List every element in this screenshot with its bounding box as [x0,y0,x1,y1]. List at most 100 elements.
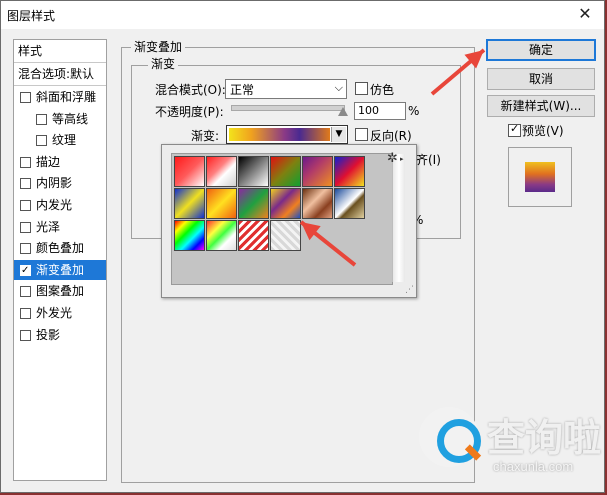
effect-checkbox[interactable] [20,200,31,211]
watermark-url: chaxunla.com [493,459,574,474]
window-title: 图层样式 [7,9,56,23]
preview-thumbnail [525,162,555,192]
opacity-input[interactable]: 100 [354,102,406,120]
sidebar-item[interactable]: 纹理 [14,130,106,150]
gradient-swatch-blue-red-yellow[interactable] [334,156,365,187]
sidebar-item[interactable]: 投影 [14,325,106,345]
title-bar: 图层样式 ✕ [1,1,604,29]
blend-options-default[interactable]: 混合选项:默认 [18,64,110,84]
ok-button[interactable]: 确定 [486,39,596,61]
sidebar-item-label: 内发光 [36,198,73,212]
effect-checkbox[interactable] [20,261,31,280]
sidebar-item[interactable]: 图案叠加 [14,281,106,301]
sidebar-item-label: 光泽 [36,219,61,234]
style-preview [508,147,572,207]
effect-checkbox[interactable] [20,329,31,341]
sidebar-item[interactable]: 等高线 [14,109,106,129]
gradient-label: 渐变: [191,129,220,143]
sidebar-item[interactable]: 光泽 [14,217,106,237]
watermark-logo [419,407,482,467]
dither-checkbox[interactable] [355,82,368,95]
new-style-button[interactable]: 新建样式(W)... [487,95,595,117]
chevron-down-icon: ⌵ [334,81,343,94]
gear-icon[interactable]: ✲ [387,151,398,166]
gradient-swatch-black-white[interactable] [238,156,269,187]
gradient-swatch-foreground-to-transparent[interactable] [206,156,237,187]
watermark-text: 查询啦 [487,416,602,460]
sidebar-item[interactable]: 颜色叠加 [14,238,106,258]
gradient-dropdown-icon[interactable]: ▼ [331,127,346,142]
gradient-picker-popup: ✲ ▸ ⋰ [161,144,417,298]
align-with-layer-label: 齐(I) [416,153,441,167]
watermark: 查询啦 chaxunla.com [411,401,601,486]
preview-label: 预览(V) [522,124,564,138]
current-gradient-swatch[interactable] [229,128,330,141]
opacity-value: 100 [358,104,379,117]
sidebar-item-label: 等高线 [52,111,89,126]
gradient-swatch-violet-green-orange[interactable] [238,188,269,219]
picker-scrollbar[interactable] [392,154,405,282]
reverse-label: 反向(R) [370,129,412,143]
preview-checkbox[interactable]: ✓ [508,122,521,137]
gradient-swatch-foreground-to-background[interactable] [174,156,205,187]
layer-style-dialog: 图层样式 ✕ 样式 混合选项:默认 斜面和浮雕等高线纹理描边内阴影内发光光泽颜色… [0,0,605,493]
sidebar-item-label: 投影 [36,327,61,342]
blend-mode-label: 混合模式(O): [155,83,226,97]
sidebar-item-label: 外发光 [36,306,73,320]
gradient-overlay-title: 渐变叠加 [131,38,186,55]
gradient-swatch-transparent-rainbow[interactable] [206,220,237,251]
effect-checkbox[interactable] [20,178,31,190]
sidebar-item-label: 颜色叠加 [36,241,85,256]
check-icon: ✓ [510,122,520,135]
opacity-label: 不透明度(P): [155,105,224,119]
opacity-slider-track[interactable] [231,105,345,111]
effect-checkbox[interactable] [20,286,31,298]
gradient-swatch-violet-orange[interactable] [302,156,333,187]
sidebar-item-label: 图案叠加 [36,284,85,299]
dither-label: 仿色 [370,83,395,97]
sidebar-item[interactable]: 描边 [14,152,106,172]
effect-checkbox[interactable] [36,135,47,147]
gear-menu-arrow-icon[interactable]: ▸ [400,155,404,163]
gradient-subgroup-title: 渐变 [148,55,179,72]
sidebar-item[interactable]: 外发光 [14,303,106,323]
gradient-swatch-spectrum[interactable] [174,220,205,251]
sidebar-item-label: 描边 [36,154,61,169]
styles-header[interactable]: 样式 [18,41,110,61]
gradient-swatch-orange-yellow-orange[interactable] [206,188,237,219]
close-button[interactable]: ✕ [574,4,596,24]
gradient-swatch-copper[interactable] [302,188,333,219]
sidebar-item-label: 渐变叠加 [36,262,85,277]
gradient-swatch-yellow-violet-orange-blue[interactable] [270,188,301,219]
gradient-swatch-transparent-stripes[interactable] [238,220,269,251]
opacity-slider-thumb[interactable] [338,107,348,116]
reverse-checkbox[interactable] [355,128,368,141]
sidebar-item[interactable]: 内发光 [14,195,106,215]
resize-grip-icon[interactable]: ⋰ [405,285,414,295]
gradient-swatch-blue-yellow-blue[interactable] [174,188,205,219]
opacity-percent: % [408,104,420,118]
effect-checkbox[interactable] [20,92,31,103]
effect-checkbox[interactable] [20,221,31,233]
sidebar-item-label: 斜面和浮雕 [36,90,97,104]
blend-divider [14,85,106,86]
cancel-button[interactable]: 取消 [487,68,595,90]
effect-checkbox[interactable] [36,113,47,125]
sidebar-item[interactable]: 斜面和浮雕 [14,87,106,107]
styles-list: 样式 混合选项:默认 斜面和浮雕等高线纹理描边内阴影内发光光泽颜色叠加渐变叠加图… [13,39,107,481]
sidebar-item-label: 纹理 [52,133,77,148]
blend-mode-select[interactable]: 正常 ⌵ [225,79,347,99]
effect-checkbox[interactable] [20,156,31,168]
sidebar-item[interactable]: 渐变叠加 [14,259,106,280]
effect-checkbox[interactable] [20,243,31,255]
gradient-swatch-checker-transparent[interactable] [270,220,301,251]
sidebar-item[interactable]: 内阴影 [14,173,106,193]
blend-mode-value: 正常 [230,83,255,97]
gradient-swatch-red-green[interactable] [270,156,301,187]
styles-divider [14,62,106,63]
gradient-swatch-chrome[interactable] [334,188,365,219]
sidebar-item-label: 内阴影 [36,176,73,191]
gradient-field[interactable]: ▼ [226,125,348,144]
gradient-swatch-grid [171,153,393,285]
effect-checkbox[interactable] [20,308,31,319]
